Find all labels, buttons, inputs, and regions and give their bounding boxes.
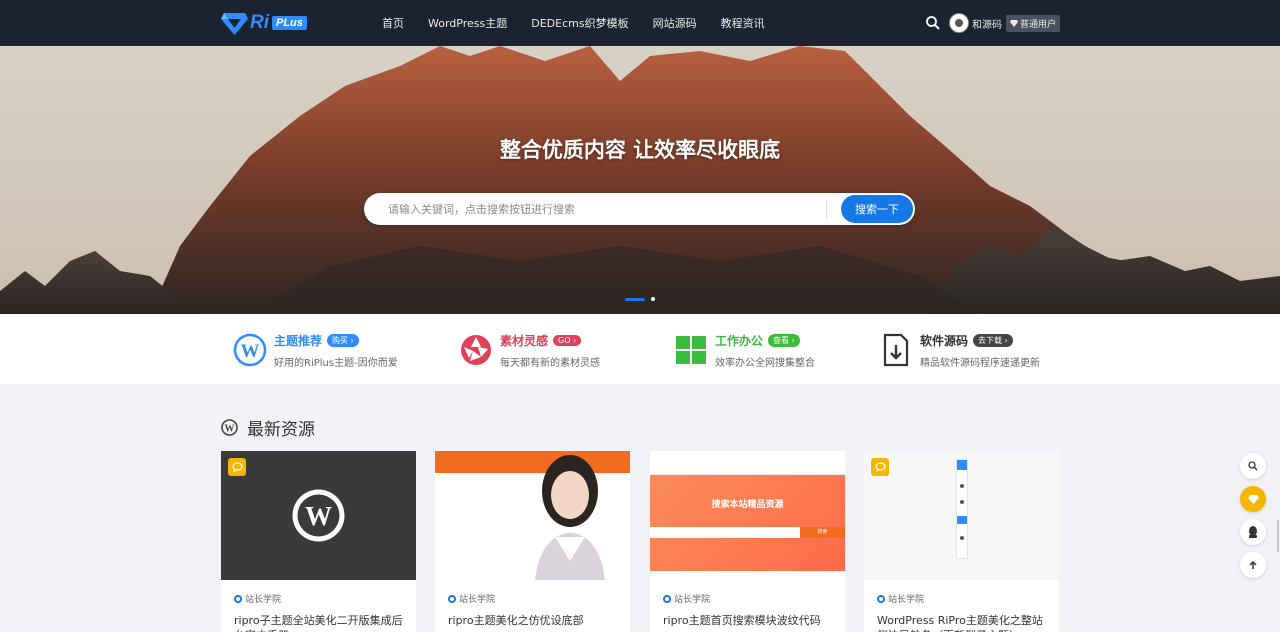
float-search-button[interactable] xyxy=(1240,453,1266,479)
search-icon[interactable] xyxy=(925,15,941,31)
svg-text:W: W xyxy=(225,424,235,435)
feature-theme-recommend[interactable]: W 主题推荐 购买 › 好用的RiPlus主题-因你而爱 xyxy=(233,330,398,370)
logo-text-ri: Ri xyxy=(250,12,269,33)
person-photo xyxy=(535,455,605,580)
card-title[interactable]: ripro主题首页搜索模块波纹代码 xyxy=(663,613,832,628)
site-logo[interactable]: Ri PLus xyxy=(221,11,307,35)
thumb-sidebar-strip xyxy=(956,459,968,559)
feature-strip: W 主题推荐 购买 › 好用的RiPlus主题-因你而爱 素材灵感 GO › 每天都… xyxy=(0,314,1280,384)
hero-search-input[interactable] xyxy=(388,202,818,216)
section-title: 最新资源 xyxy=(247,420,315,440)
category-dot-icon xyxy=(448,594,456,603)
diamond-logo-icon xyxy=(221,13,248,35)
nav-dedecms-templates[interactable]: DEDEcms织梦模板 xyxy=(531,15,628,31)
feature-desc: 效率办公全网搜集整合 xyxy=(715,357,815,369)
feature-badge[interactable]: 去下载 › xyxy=(973,333,1013,347)
card-title[interactable]: ripro主题美化之仿优设底部 xyxy=(448,613,617,628)
nav-tutorials[interactable]: 教程资讯 xyxy=(721,15,765,31)
feature-badge[interactable]: 购买 › xyxy=(327,333,359,347)
wordpress-icon: W xyxy=(233,333,267,367)
card-title[interactable]: ripro子主题全站美化二开版集成后台官方手册 xyxy=(234,613,403,632)
user-name[interactable]: 和源码 xyxy=(972,16,1002,31)
feature-desc: 每天都有新的素材灵感 xyxy=(500,357,600,369)
card-category[interactable]: 站长学院 xyxy=(888,592,924,605)
card-category[interactable]: 站长学院 xyxy=(245,592,281,605)
top-header: Ri PLus 首页 WordPress主题 DEDEcms织梦模板 网站源码 … xyxy=(0,0,1280,46)
nav-home[interactable]: 首页 xyxy=(382,15,404,31)
search-icon xyxy=(1248,461,1258,471)
main-nav: 首页 WordPress主题 DEDEcms织梦模板 网站源码 教程资讯 xyxy=(370,0,777,46)
section-latest: W 最新资源 xyxy=(221,415,315,440)
download-file-icon xyxy=(883,333,909,367)
diamond-icon xyxy=(1009,19,1018,27)
avatar[interactable] xyxy=(948,13,969,33)
logo-text-plus: PLus xyxy=(272,16,307,30)
carousel-indicator xyxy=(625,297,655,301)
category-dot-icon xyxy=(663,594,671,603)
carousel-dot[interactable] xyxy=(651,297,655,301)
feature-badge[interactable]: GO › xyxy=(553,334,582,346)
qq-penguin-icon xyxy=(1249,526,1257,538)
card-thumbnail[interactable]: 搜索本站精品资源 搜索 xyxy=(650,451,845,580)
svg-text:W: W xyxy=(305,501,332,531)
float-vip-button[interactable] xyxy=(1240,486,1266,512)
thumb-search-bar xyxy=(650,527,800,538)
card-thumbnail[interactable]: W xyxy=(221,451,416,580)
card-title[interactable]: WordPress RiPro主题美化之整站侧边导航条（更新到子主题） xyxy=(877,613,1046,632)
feature-software[interactable]: 软件源码 去下载 › 精品软件源码程序速递更新 xyxy=(879,330,1040,370)
scrollbar-thumb[interactable] xyxy=(1277,520,1279,552)
card-category[interactable]: 站长学院 xyxy=(459,592,495,605)
windows-icon xyxy=(676,336,706,364)
wordpress-logo-icon: W xyxy=(292,489,345,542)
feature-office[interactable]: 工作办公 查看 › 效率办公全网搜集整合 xyxy=(674,330,815,370)
wordpress-icon: W xyxy=(221,419,238,436)
thumb-search-button: 搜索 xyxy=(800,527,845,538)
feature-title: 主题推荐 xyxy=(274,333,323,348)
float-back-to-top-button[interactable] xyxy=(1240,552,1266,578)
featured-badge-icon xyxy=(228,458,246,476)
feature-badge[interactable]: 查看 › xyxy=(768,333,800,347)
card-thumbnail[interactable] xyxy=(864,451,1059,580)
user-level-label: 普通用户 xyxy=(1019,19,1056,30)
feature-material[interactable]: 素材灵感 GO › 每天都有新的素材灵感 xyxy=(459,330,600,370)
thumb-headline: 搜索本站精品资源 xyxy=(711,500,784,510)
search-divider xyxy=(826,200,827,218)
aperture-icon xyxy=(461,335,491,365)
avatar-figure-icon xyxy=(954,19,963,27)
carousel-dot-active[interactable] xyxy=(625,297,645,301)
diamond-icon xyxy=(1247,494,1259,504)
float-qq-button[interactable] xyxy=(1240,519,1266,545)
hero-search-button[interactable]: 搜索一下 xyxy=(841,195,913,223)
featured-badge-icon xyxy=(871,458,889,476)
resource-card[interactable]: 站长学院 ripro主题美化之仿优设底部 xyxy=(435,451,630,632)
resource-card[interactable]: 搜索本站精品资源 搜索 站长学院 ripro主题首页搜索模块波纹代码 xyxy=(650,451,845,632)
mountain-background xyxy=(0,46,1280,314)
feature-desc: 精品软件源码程序速递更新 xyxy=(920,357,1040,369)
svg-text:W: W xyxy=(241,341,260,362)
feature-desc: 好用的RiPlus主题-因你而爱 xyxy=(274,357,398,369)
resource-card[interactable]: 站长学院 WordPress RiPro主题美化之整站侧边导航条（更新到子主题） xyxy=(864,451,1059,632)
resource-card[interactable]: W 站长学院 ripro子主题全站美化二开版集成后台官方手册 xyxy=(221,451,416,632)
header-user-area: 和源码 普通用户 xyxy=(925,0,1060,46)
hero-search-box: 搜索一下 xyxy=(364,193,915,225)
category-dot-icon xyxy=(877,594,885,603)
nav-site-source[interactable]: 网站源码 xyxy=(653,15,697,31)
nav-wordpress-themes[interactable]: WordPress主题 xyxy=(428,15,507,31)
card-category[interactable]: 站长学院 xyxy=(674,592,710,605)
hero-title: 整合优质内容 让效率尽收眼底 xyxy=(499,138,781,162)
card-thumbnail[interactable] xyxy=(435,451,630,580)
hero-banner: 整合优质内容 让效率尽收眼底 搜索一下 xyxy=(0,46,1280,314)
user-level-badge: 普通用户 xyxy=(1005,14,1060,32)
arrow-up-icon xyxy=(1249,560,1257,569)
thumb-nav-strip xyxy=(650,451,845,475)
feature-title: 工作办公 xyxy=(715,333,764,348)
feature-title: 素材灵感 xyxy=(500,333,549,348)
thumb-orange-banner: 搜索本站精品资源 搜索 xyxy=(650,475,845,571)
category-dot-icon xyxy=(234,594,242,603)
feature-title: 软件源码 xyxy=(920,333,969,348)
